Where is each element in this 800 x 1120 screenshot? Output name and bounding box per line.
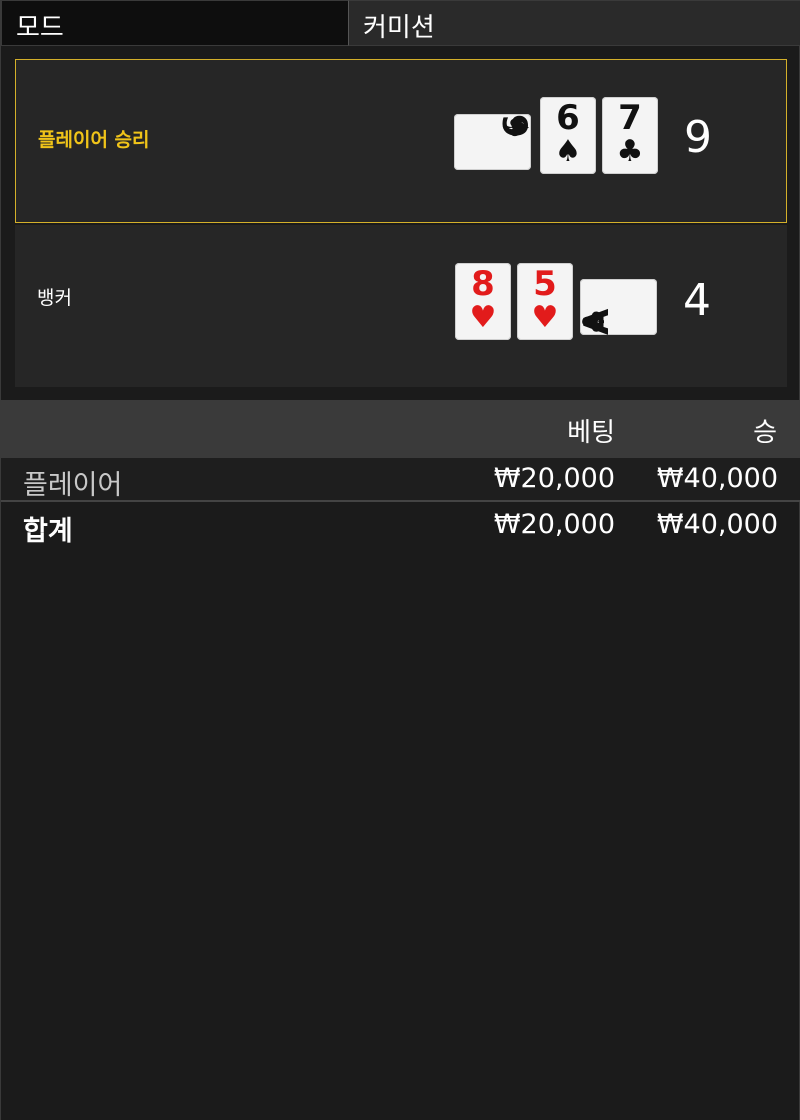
banker-card-2: 5 ♥ [517, 263, 573, 340]
player-result-panel: 플레이어 승리 9 ♠ 6 ♠ 7 ♣ 9 [15, 59, 787, 223]
bet-name: 플레이어 [23, 470, 123, 501]
player-card-1: 9 ♠ [454, 114, 534, 170]
banker-card-1-rank: 8 [471, 264, 495, 304]
banker-card-1: 8 ♥ [455, 263, 511, 340]
heart-icon: ♥ [531, 300, 559, 335]
total-win-amount: ₩40,000 [656, 509, 778, 540]
bet-amount: ₩20,000 [493, 463, 615, 494]
win-amount: ₩40,000 [656, 463, 778, 494]
player-total: 9 [684, 112, 712, 163]
player-card-3: 7 ♣ [602, 97, 658, 174]
commission-tab[interactable]: 커미션 [349, 0, 800, 46]
table-row: 플레이어 ₩20,000 ₩40,000 [1, 458, 800, 502]
banker-card-3: A ♣ [577, 279, 657, 335]
mode-tab[interactable]: 모드 [1, 0, 349, 46]
banker-result-panel: 뱅커 8 ♥ 5 ♥ A ♣ 4 [15, 225, 787, 387]
club-icon: ♣ [577, 308, 612, 335]
total-row: 합계 ₩20,000 ₩40,000 [1, 504, 800, 548]
total-label: 합계 [23, 516, 73, 547]
heart-icon: ♥ [469, 300, 497, 335]
player-card-2: 6 ♠ [540, 97, 596, 174]
banker-label: 뱅커 [37, 287, 72, 309]
spade-icon: ♠ [554, 134, 582, 169]
player-card-2-rank: 6 [556, 98, 580, 138]
column-header-win: 승 [753, 418, 777, 448]
banker-total: 4 [683, 275, 711, 326]
spade-icon: ♠ [499, 114, 534, 141]
page: 모드 커미션 플레이어 승리 9 ♠ 6 ♠ 7 ♣ 9 뱅커 8 ♥ 5 ♥ … [0, 0, 800, 1120]
bets-table-header: 베팅 승 [1, 400, 800, 458]
banker-card-2-rank: 5 [533, 264, 557, 304]
total-bet-amount: ₩20,000 [493, 509, 615, 540]
player-result-label: 플레이어 승리 [38, 129, 150, 151]
player-card-3-rank: 7 [618, 98, 642, 138]
header: 모드 커미션 [1, 0, 800, 46]
column-header-bet: 베팅 [567, 418, 615, 448]
club-icon: ♣ [616, 134, 644, 169]
